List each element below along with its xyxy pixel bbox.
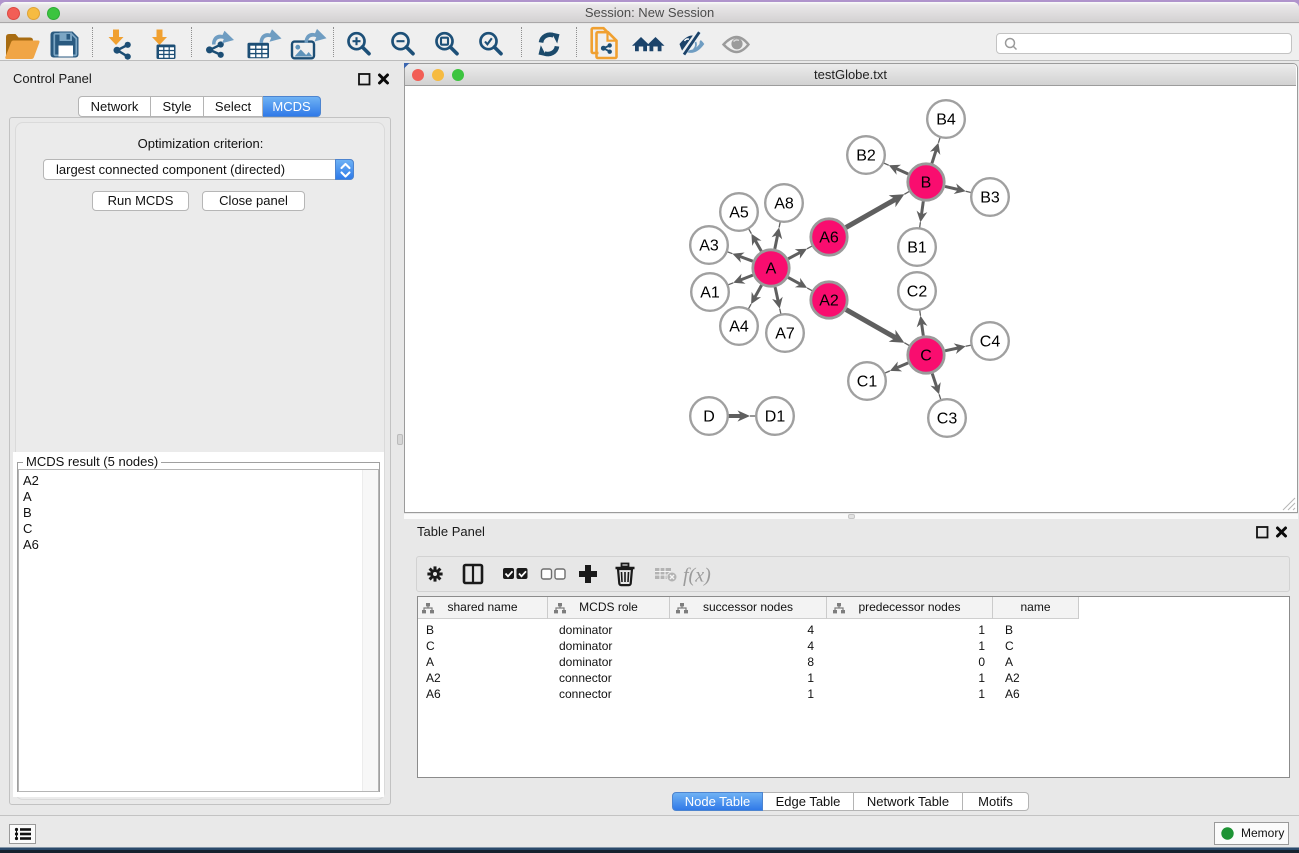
svg-text:C3: C3: [937, 411, 958, 428]
svg-text:C4: C4: [980, 334, 1001, 351]
svg-text:C1: C1: [857, 374, 878, 391]
svg-text:A1: A1: [700, 285, 720, 302]
svg-text:B4: B4: [936, 112, 956, 129]
svg-text:A4: A4: [729, 319, 749, 336]
svg-text:A5: A5: [729, 205, 749, 222]
svg-text:B: B: [921, 175, 932, 192]
svg-text:A7: A7: [775, 326, 795, 343]
svg-text:f(x): f(x): [683, 565, 711, 587]
svg-text:D1: D1: [765, 409, 786, 426]
svg-text:A3: A3: [699, 238, 719, 255]
svg-text:C: C: [920, 348, 932, 365]
svg-text:A8: A8: [774, 196, 794, 213]
svg-text:C2: C2: [907, 284, 928, 301]
svg-text:A6: A6: [819, 230, 839, 247]
svg-text:B2: B2: [856, 148, 876, 165]
svg-text:A2: A2: [819, 293, 839, 310]
svg-text:B3: B3: [980, 190, 1000, 207]
svg-text:B1: B1: [907, 240, 927, 257]
svg-text:D: D: [703, 409, 715, 426]
svg-text:A: A: [766, 261, 777, 278]
